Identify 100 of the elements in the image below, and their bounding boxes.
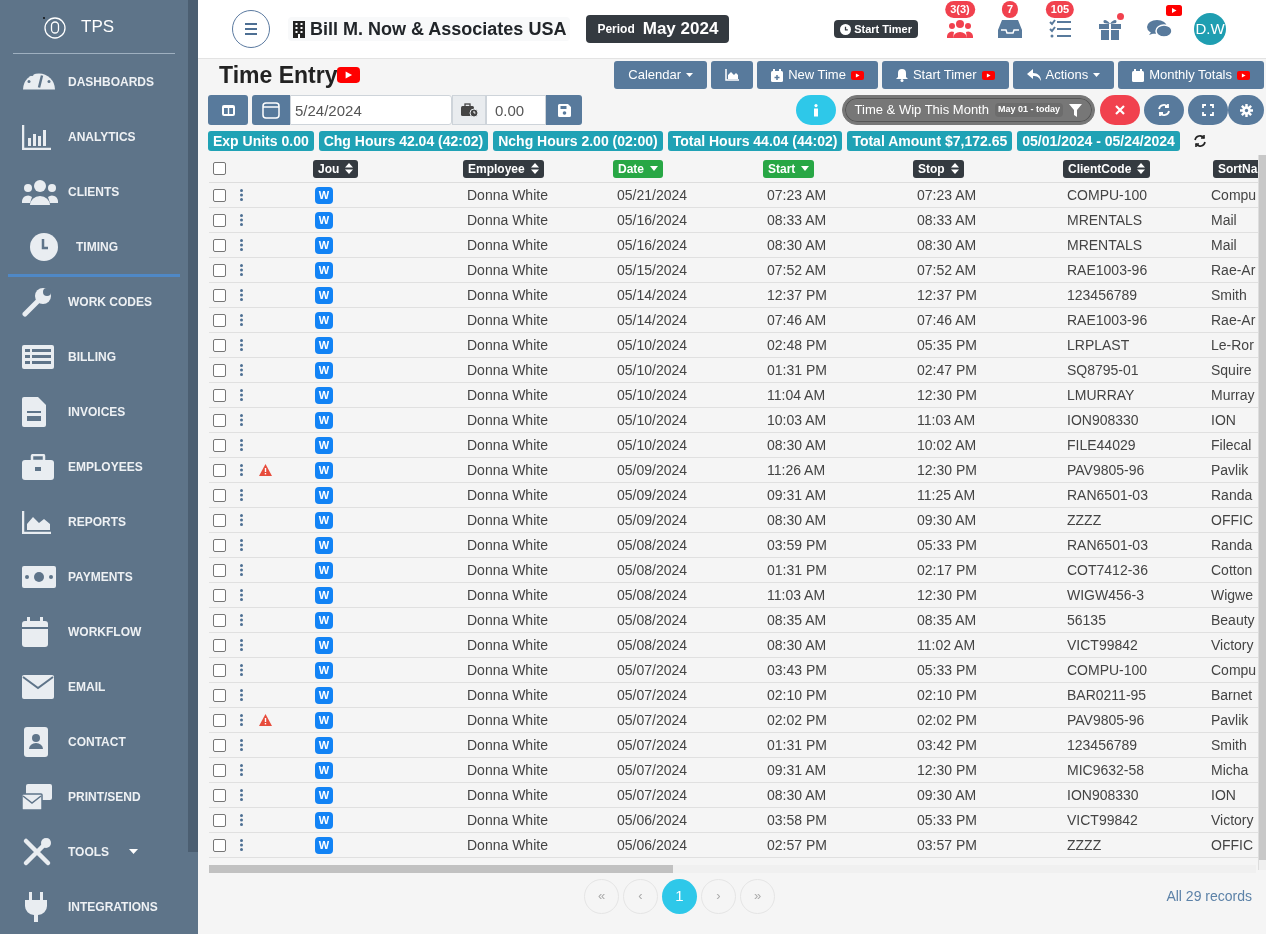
more-vertical-icon[interactable] (240, 539, 243, 551)
more-vertical-icon[interactable] (240, 439, 243, 451)
clear-filter-button[interactable] (1100, 95, 1140, 125)
more-vertical-icon[interactable] (240, 739, 243, 751)
checkbox[interactable] (213, 763, 226, 777)
sidebar-item[interactable]: WORKFLOW (0, 604, 188, 659)
sidebar-item[interactable]: TIMING (8, 219, 180, 277)
more-vertical-icon[interactable] (240, 464, 243, 476)
checkbox[interactable] (213, 513, 226, 527)
sidebar-scrollbar[interactable] (188, 0, 198, 852)
refresh-icon[interactable] (1192, 134, 1207, 148)
more-vertical-icon[interactable] (240, 639, 243, 651)
period-badge[interactable]: Period May 2024 (586, 15, 730, 43)
monthly-totals-button[interactable]: Monthly Totals (1118, 61, 1264, 89)
chart-button[interactable] (711, 61, 754, 89)
more-vertical-icon[interactable] (240, 264, 243, 276)
user-avatar[interactable]: D.W (1194, 13, 1226, 45)
more-vertical-icon[interactable] (240, 764, 243, 776)
checkbox[interactable] (213, 313, 226, 327)
more-vertical-icon[interactable] (240, 839, 243, 851)
more-vertical-icon[interactable] (240, 714, 243, 726)
filter-pill[interactable]: Time & Wip This Month May 01 - today (841, 95, 1095, 125)
more-vertical-icon[interactable] (240, 689, 243, 701)
checkbox[interactable] (213, 363, 226, 377)
checkbox[interactable] (213, 213, 226, 227)
more-vertical-icon[interactable] (240, 789, 243, 801)
checkbox[interactable] (213, 838, 226, 852)
checkbox[interactable] (213, 263, 226, 277)
columns-button[interactable] (208, 95, 248, 125)
calendar-button[interactable]: Calendar (614, 61, 708, 89)
start-timer-button[interactable]: Start Timer (834, 20, 918, 38)
sidebar-item[interactable]: EMPLOYEES (0, 439, 188, 494)
column-header[interactable]: Date (613, 159, 663, 178)
checkbox[interactable] (213, 613, 226, 627)
vertical-scrollbar[interactable] (1258, 155, 1266, 870)
save-button[interactable] (546, 95, 582, 125)
sidebar-item[interactable]: INVOICES (0, 384, 188, 439)
checkbox[interactable] (213, 663, 226, 677)
sidebar-item[interactable]: CLIENTS (0, 164, 188, 219)
checkbox[interactable] (213, 713, 226, 727)
more-vertical-icon[interactable] (240, 814, 243, 826)
start-timer-button[interactable]: Start Timer (881, 61, 1009, 89)
calendar-button[interactable] (252, 95, 290, 125)
actions-button[interactable]: Actions (1012, 61, 1115, 89)
checkbox[interactable] (213, 438, 226, 452)
more-vertical-icon[interactable] (240, 589, 243, 601)
column-header[interactable]: Stop (913, 159, 964, 178)
checkbox[interactable] (213, 738, 226, 752)
horizontal-scrollbar[interactable] (209, 865, 673, 873)
more-vertical-icon[interactable] (240, 489, 243, 501)
checkbox[interactable] (213, 638, 226, 652)
more-vertical-icon[interactable] (240, 389, 243, 401)
sidebar-item[interactable]: TOOLS (0, 824, 188, 879)
checkbox[interactable] (213, 563, 226, 577)
sidebar-item[interactable]: PAYMENTS (0, 549, 188, 604)
checkbox[interactable] (213, 238, 226, 252)
column-header[interactable]: ClientCode (1063, 159, 1151, 178)
checkbox[interactable] (213, 413, 226, 427)
checkbox[interactable] (213, 538, 226, 552)
checkbox[interactable] (213, 813, 226, 827)
checkbox[interactable] (213, 688, 226, 702)
more-vertical-icon[interactable] (240, 664, 243, 676)
column-header[interactable]: SortNa (1213, 159, 1258, 178)
sidebar-item[interactable]: EMAIL (0, 659, 188, 714)
checkbox[interactable] (213, 788, 226, 802)
more-vertical-icon[interactable] (240, 239, 243, 251)
more-vertical-icon[interactable] (240, 339, 243, 351)
more-vertical-icon[interactable] (240, 314, 243, 326)
new-time-button[interactable]: New Time (757, 61, 878, 89)
sidebar-item[interactable]: WORK CODES (0, 274, 188, 329)
sidebar-item[interactable]: INTEGRATIONS (0, 879, 188, 934)
checkbox[interactable] (213, 588, 226, 602)
sidebar-item[interactable]: PRINT/SEND (0, 769, 188, 824)
column-header[interactable]: Employee (463, 159, 544, 178)
sidebar-item[interactable]: REPORTS (0, 494, 188, 549)
checkbox[interactable] (213, 162, 226, 175)
more-vertical-icon[interactable] (240, 364, 243, 376)
column-header[interactable]: Start (763, 159, 815, 178)
hours-field[interactable]: 0.00 (486, 95, 546, 125)
refresh-button[interactable] (1144, 95, 1184, 125)
column-header[interactable]: Jou (313, 159, 359, 178)
sidebar-item[interactable]: DASHBOARDS (0, 54, 188, 109)
checkbox[interactable] (213, 388, 226, 402)
checkbox[interactable] (213, 188, 226, 202)
sidebar-item[interactable]: ANALYTICS (0, 109, 188, 164)
checkbox[interactable] (213, 288, 226, 302)
more-vertical-icon[interactable] (240, 214, 243, 226)
more-vertical-icon[interactable] (240, 189, 243, 201)
sidebar-item[interactable]: BILLING (0, 329, 188, 384)
more-vertical-icon[interactable] (240, 514, 243, 526)
more-vertical-icon[interactable] (240, 614, 243, 626)
checkbox[interactable] (213, 338, 226, 352)
checkbox[interactable] (213, 463, 226, 477)
more-vertical-icon[interactable] (240, 564, 243, 576)
settings-button[interactable] (1228, 95, 1264, 125)
fullscreen-button[interactable] (1188, 95, 1228, 125)
more-vertical-icon[interactable] (240, 414, 243, 426)
sidebar-item[interactable]: CONTACT (0, 714, 188, 769)
date-field[interactable]: 5/24/2024 (290, 95, 452, 125)
checkbox[interactable] (213, 488, 226, 502)
